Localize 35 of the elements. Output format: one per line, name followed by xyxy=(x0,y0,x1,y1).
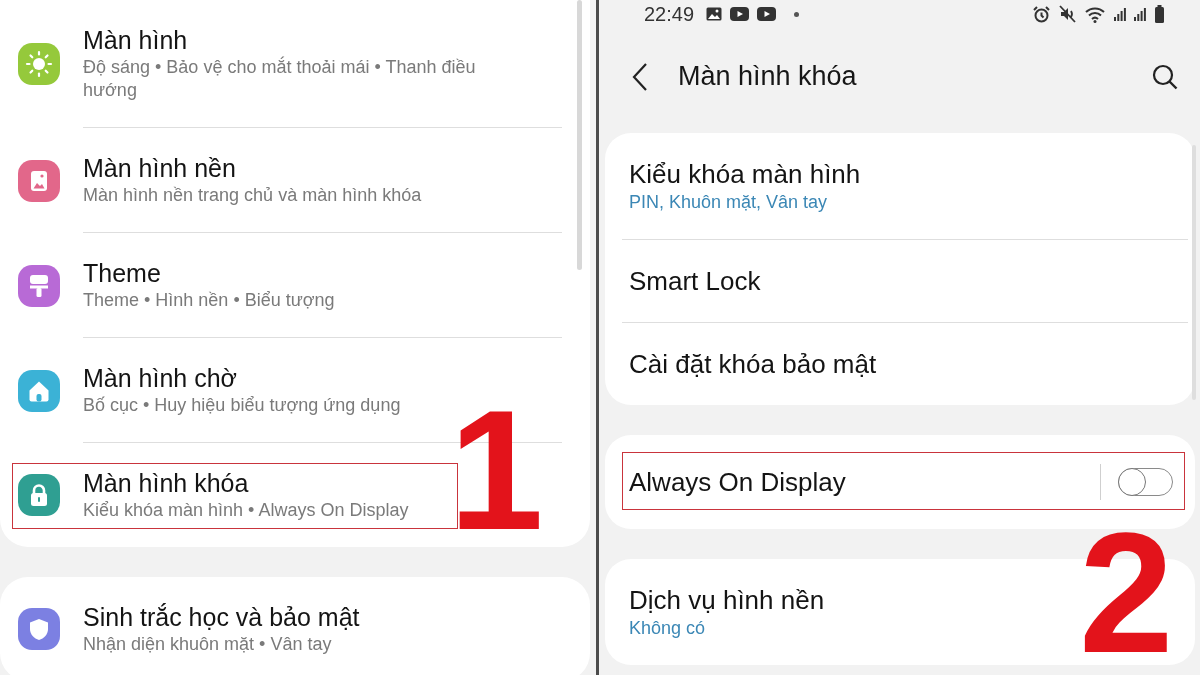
setting-title[interactable]: Smart Lock xyxy=(629,265,1188,297)
setting-title[interactable]: Cài đặt khóa bảo mật xyxy=(629,348,1188,380)
setting-summary: Bố cục • Huy hiệu biểu tượng ứng dụng xyxy=(83,394,402,417)
setting-title[interactable]: Màn hình xyxy=(83,25,562,56)
scrollbar[interactable] xyxy=(577,0,582,270)
setting-title[interactable]: Theme xyxy=(83,258,562,289)
back-icon[interactable] xyxy=(632,61,648,92)
signal-icon xyxy=(1114,7,1126,21)
setting-title[interactable]: Kiểu khóa màn hình xyxy=(629,158,1188,190)
status-time: 22:49 xyxy=(644,2,695,26)
toggle-switch[interactable] xyxy=(1118,468,1173,496)
setting-summary: Độ sáng • Bảo vệ cho mắt thoải mái • Thanh điều hướng xyxy=(83,56,477,102)
setting-title[interactable]: Always On Display xyxy=(629,466,1100,498)
notification-dot-icon xyxy=(794,11,800,17)
alarm-icon xyxy=(1032,4,1051,24)
setting-title[interactable]: Sinh trắc học và bảo mật xyxy=(83,602,562,633)
gallery-icon xyxy=(706,7,723,21)
setting-value: Không có xyxy=(629,617,707,640)
setting-summary: Kiểu khóa màn hình • Always On Display xyxy=(83,499,410,522)
setting-summary: Theme • Hình nền • Biểu tượng xyxy=(83,289,336,312)
signal-icon xyxy=(1134,7,1146,21)
step-number: 2 xyxy=(1079,530,1174,658)
wifi-icon xyxy=(1084,5,1106,23)
setting-title[interactable]: Màn hình nền xyxy=(83,153,562,184)
mute-icon xyxy=(1059,5,1076,23)
step-number: 1 xyxy=(449,407,544,535)
search-icon[interactable] xyxy=(1152,63,1178,90)
battery-icon xyxy=(1154,5,1165,23)
setting-summary: Màn hình nền trang chủ và màn hình khóa xyxy=(83,184,423,207)
setting-title[interactable]: Màn hình chờ xyxy=(83,363,562,394)
play-icon xyxy=(757,7,777,21)
setting-summary: Nhận diện khuôn mặt • Vân tay xyxy=(83,633,333,656)
page-title: Màn hình khóa xyxy=(678,61,858,92)
play-icon xyxy=(730,7,750,21)
setting-value: PIN, Khuôn mặt, Vân tay xyxy=(629,191,829,214)
